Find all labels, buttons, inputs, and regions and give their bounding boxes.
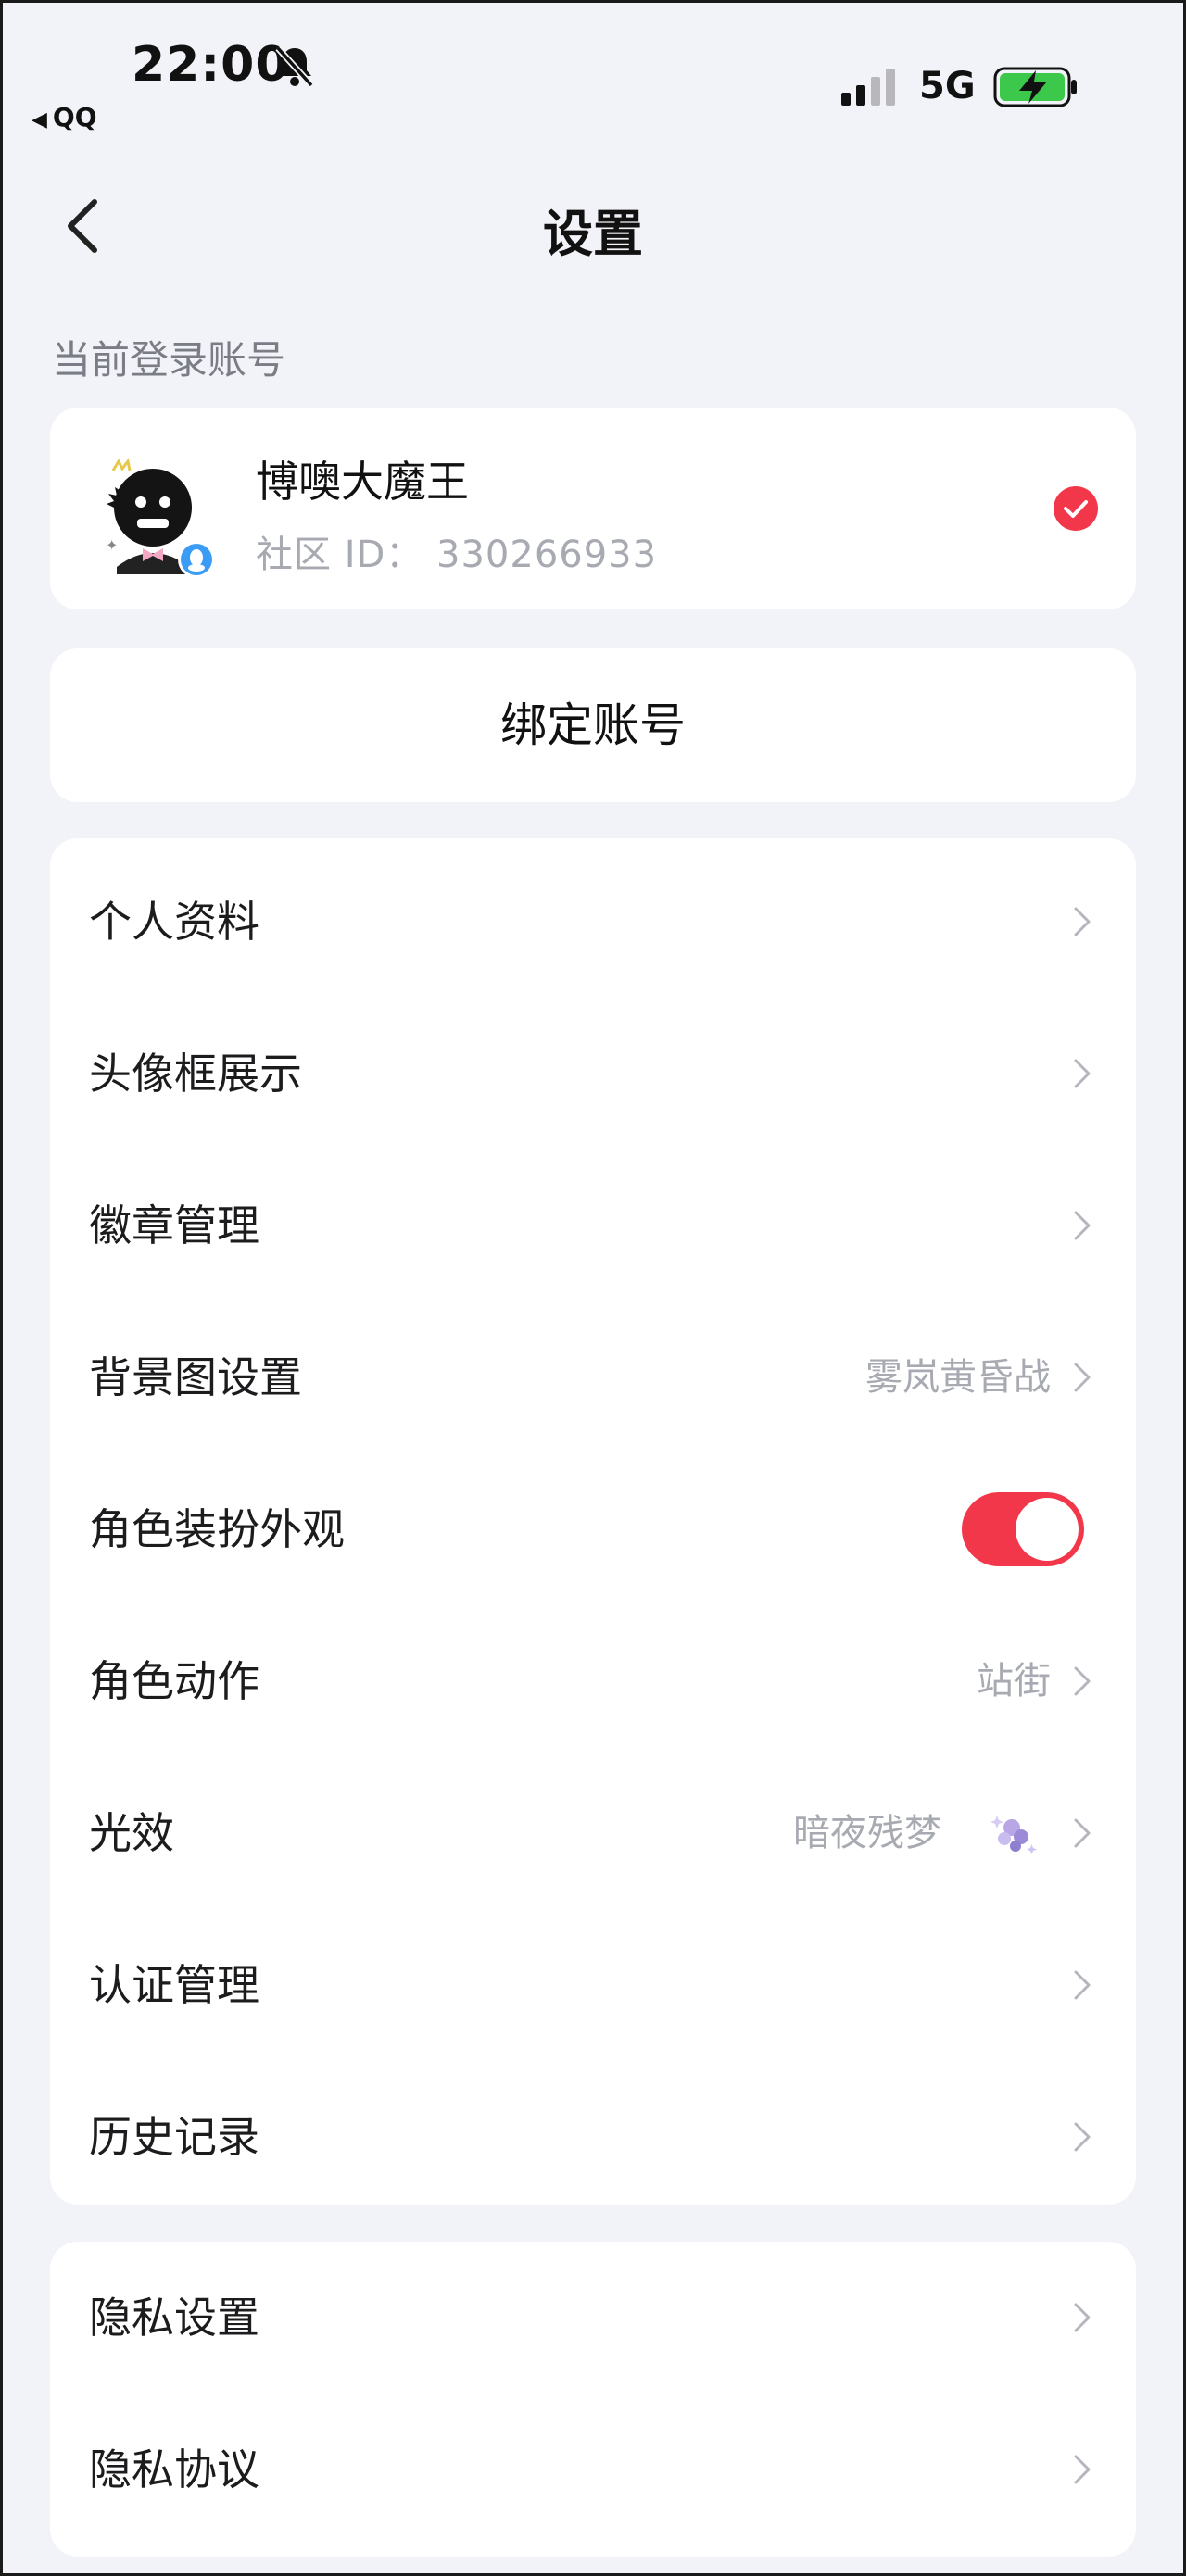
menu-item-privacy-agreement[interactable]: 隐私协议 [50,2394,1136,2545]
chevron-right-icon [1074,2303,1091,2332]
menu-item-label: 角色装扮外观 [89,1504,345,1554]
back-app-label: QQ [52,102,97,132]
menu-item-light-effect[interactable]: 光效 暗夜残梦 [50,1757,1136,1909]
network-label: 5G [919,65,976,107]
settings-menu-group-one: 个人资料 头像框展示 徽章管理 背景图设置 雾岚黄昏战 角色装扮外观 角色动作 … [50,838,1136,2205]
status-time: 22:00 [132,37,290,93]
current-account-label: 当前登录账号 [52,337,286,383]
menu-item-character-action[interactable]: 角色动作 站街 [50,1605,1136,1757]
menu-item-label: 认证管理 [89,1960,259,2010]
back-triangle-icon: ◀ [32,108,47,132]
menu-item-label: 历史记录 [89,2112,259,2162]
account-name: 博噢大魔王 [256,457,469,507]
bind-account-button[interactable]: 绑定账号 [50,648,1136,802]
menu-item-background[interactable]: 背景图设置 雾岚黄昏战 [50,1301,1136,1453]
settings-menu-group-two: 隐私设置 隐私协议 [50,2242,1136,2557]
menu-item-avatar-frame[interactable]: 头像框展示 [50,998,1136,1150]
bind-account-label: 绑定账号 [500,698,686,752]
chevron-right-icon [1074,2455,1091,2484]
signal-bars-icon [841,69,895,106]
menu-item-history[interactable]: 历史记录 [50,2061,1136,2213]
menu-item-value: 暗夜残梦 [793,1812,941,1854]
menu-item-label: 个人资料 [89,897,259,947]
chevron-right-icon [1074,1666,1091,1696]
outfit-toggle[interactable] [962,1492,1084,1566]
light-effect-thumb-icon [990,1816,1037,1854]
menu-item-badges[interactable]: 徽章管理 [50,1150,1136,1301]
chevron-right-icon [1074,1059,1091,1088]
chevron-right-icon [1074,1970,1091,2000]
menu-item-privacy-settings[interactable]: 隐私设置 [50,2242,1136,2394]
menu-item-value: 雾岚黄昏战 [865,1356,1051,1399]
menu-item-value: 站街 [977,1660,1051,1703]
svg-text:✦: ✦ [106,536,118,554]
battery-charging-icon [993,67,1077,107]
account-card[interactable]: ✦ 博噢大魔王 社区 ID： 330266933 [50,408,1136,609]
community-id: 社区 ID： 330266933 [256,534,658,576]
menu-item-verification[interactable]: 认证管理 [50,1909,1136,2061]
qq-penguin-icon [178,541,215,578]
menu-item-profile[interactable]: 个人资料 [50,846,1136,998]
back-to-app-link[interactable]: ◀ QQ [32,102,97,132]
menu-item-label: 光效 [89,1808,174,1858]
bell-muted-icon [275,45,314,88]
chevron-right-icon [1074,907,1091,936]
menu-item-label: 徽章管理 [89,1200,259,1250]
menu-item-label: 背景图设置 [89,1352,302,1402]
check-circle-icon [1054,486,1098,531]
menu-item-label: 隐私设置 [89,2293,259,2343]
toggle-knob [1016,1498,1079,1561]
chevron-right-icon [1074,1211,1091,1240]
chevron-right-icon [1074,1818,1091,1848]
menu-item-label: 隐私协议 [89,2444,259,2494]
menu-item-label: 角色动作 [89,1656,259,1706]
chevron-right-icon [1074,1363,1091,1392]
chevron-right-icon [1074,2122,1091,2152]
page-title: 设置 [543,205,643,263]
menu-item-character-outfit: 角色装扮外观 [50,1453,1136,1605]
menu-item-label: 头像框展示 [89,1049,302,1099]
